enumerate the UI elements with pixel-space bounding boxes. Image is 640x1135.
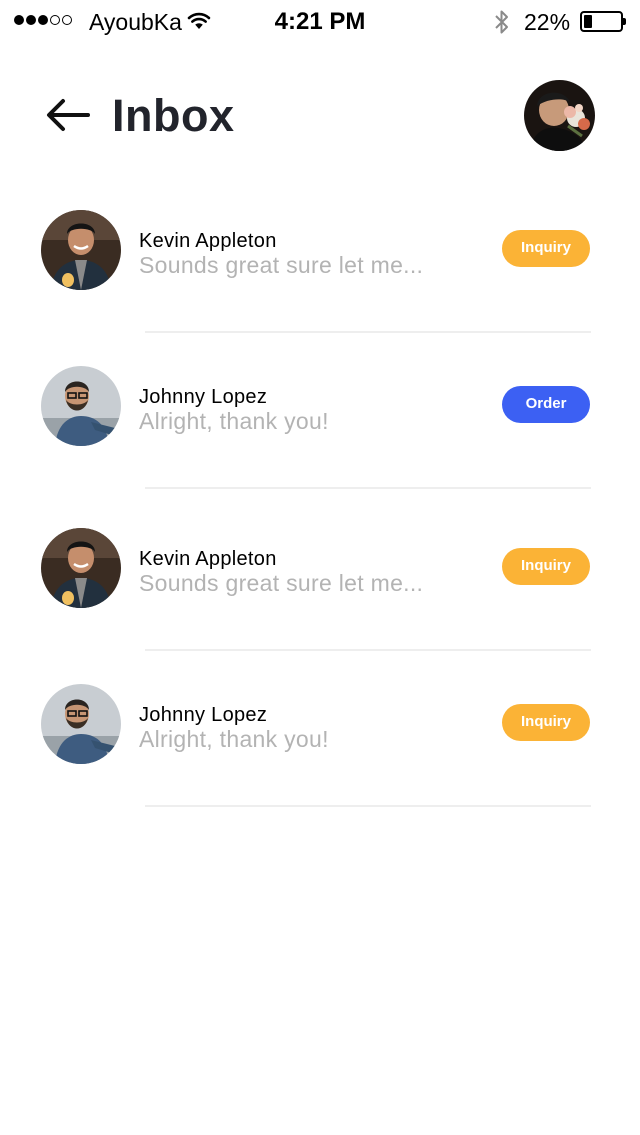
battery-icon xyxy=(580,11,626,32)
page-title: Inbox xyxy=(112,90,235,141)
sender-name: Johnny Lopez xyxy=(139,704,268,726)
order-tag[interactable]: Order xyxy=(502,386,590,423)
message-preview: Sounds great sure let me... xyxy=(139,570,424,596)
sender-name: Johnny Lopez xyxy=(139,386,268,408)
message-row[interactable]: Kevin Appleton Sounds great sure let me.… xyxy=(0,210,640,330)
inquiry-tag[interactable]: Inquiry xyxy=(502,548,590,585)
avatar xyxy=(41,366,121,446)
avatar xyxy=(41,684,121,764)
message-preview: Alright, thank you! xyxy=(139,726,329,752)
battery-percent: 22% xyxy=(524,9,571,35)
divider xyxy=(145,805,591,807)
inquiry-tag[interactable]: Inquiry xyxy=(502,704,590,741)
message-preview: Alright, thank you! xyxy=(139,408,329,434)
sender-name: Kevin Appleton xyxy=(139,230,277,252)
avatar xyxy=(41,528,121,608)
message-preview: Sounds great sure let me... xyxy=(139,252,424,278)
bluetooth-icon xyxy=(493,8,511,41)
status-bar: AyoubKa 4:21 PM 22% xyxy=(0,0,640,44)
inquiry-tag[interactable]: Inquiry xyxy=(502,230,590,267)
divider xyxy=(145,649,591,651)
divider xyxy=(145,331,591,333)
profile-avatar[interactable] xyxy=(524,80,595,151)
avatar xyxy=(41,210,121,290)
arrow-left-icon xyxy=(47,99,90,131)
message-row[interactable]: Kevin Appleton Sounds great sure let me.… xyxy=(0,528,640,648)
divider xyxy=(145,487,591,489)
back-button[interactable] xyxy=(44,95,92,135)
sender-name: Kevin Appleton xyxy=(139,548,277,570)
message-row[interactable]: Johnny Lopez Alright, thank you! Order xyxy=(0,366,640,486)
message-row[interactable]: Johnny Lopez Alright, thank you! Inquiry xyxy=(0,684,640,804)
